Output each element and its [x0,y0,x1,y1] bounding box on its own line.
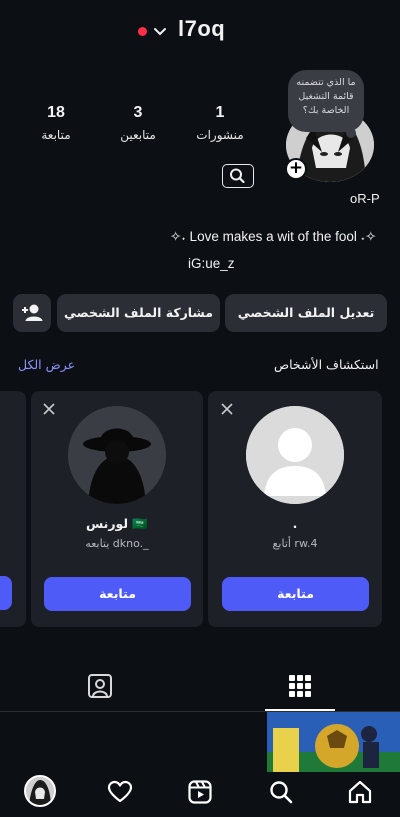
suggestion-card-partial[interactable] [0,391,26,627]
profile-display-name: oR-P [350,191,380,206]
followers-label: متابعين [120,128,156,142]
default-avatar-icon [246,406,344,504]
stat-followers[interactable]: 3 متابعين [103,104,173,142]
reels-icon[interactable] [187,779,213,805]
suggestion-card-2[interactable]: لورنس 🇸🇦 يتابعه dkno._ متابعة [31,391,203,627]
home-icon[interactable] [347,779,373,805]
follow-button[interactable]: متابعة [44,577,191,611]
bio-line-2[interactable]: iG:ue_z [188,256,235,271]
posts-label: منشورات [196,128,244,142]
dismiss-suggestion-icon[interactable] [219,401,235,417]
profile-search-button[interactable] [222,164,254,188]
profile-note-bubble[interactable]: ما الذي تتضمنه قائمة التشغيل الخاصة بك؟ [288,70,364,132]
suggestion-name: . [292,516,298,531]
follow-button-partial[interactable] [0,576,12,610]
suggestion-card-1[interactable]: . أتابع rw.4 متابعة [208,391,382,627]
edit-profile-button[interactable]: تعديل الملف الشخصي [225,294,387,332]
see-all-link[interactable]: عرض الكل [18,357,75,372]
suggestion-avatar-2[interactable] [68,406,166,504]
live-status-dot [138,27,147,36]
stat-following[interactable]: 18 متابعة [21,104,91,142]
follow-button[interactable]: متابعة [222,577,369,611]
bio-line-1: ✧˖ Love makes a wit of the fool ˖✧ [170,229,377,244]
suggestion-subtitle: يتابعه dkno._ [85,537,149,550]
share-profile-button[interactable]: مشاركة الملف الشخصي [57,294,220,332]
header-username[interactable]: l7oq [178,16,225,42]
search-icon [230,168,245,184]
grid-icon[interactable] [287,673,313,699]
football-image [267,712,400,772]
discover-people-title: استكشاف الأشخاص [274,357,379,372]
silhouette-avatar-image [68,406,166,504]
chevron-down-icon[interactable] [153,24,167,38]
suggestion-avatar-1[interactable] [246,406,344,504]
note-bubble-tail [346,128,356,138]
add-person-icon [22,304,43,321]
posts-count: 1 [215,104,225,121]
heart-icon[interactable] [107,779,133,805]
tagged-person-icon[interactable] [87,673,113,699]
nav-profile-avatar[interactable] [24,775,56,807]
suggestion-subtitle: أتابع rw.4 [272,537,318,550]
following-label: متابعة [41,128,71,142]
stat-posts[interactable]: 1 منشورات [185,104,255,142]
add-story-icon[interactable]: + [285,158,307,180]
post-thumbnail[interactable] [267,712,400,772]
dismiss-suggestion-icon[interactable] [41,401,57,417]
suggestion-name: لورنس 🇸🇦 [85,516,148,531]
search-icon[interactable] [268,779,294,805]
following-count: 18 [47,104,65,121]
followers-count: 3 [133,104,143,121]
discover-people-button[interactable] [13,294,51,332]
avatar-artwork-small [26,777,54,805]
